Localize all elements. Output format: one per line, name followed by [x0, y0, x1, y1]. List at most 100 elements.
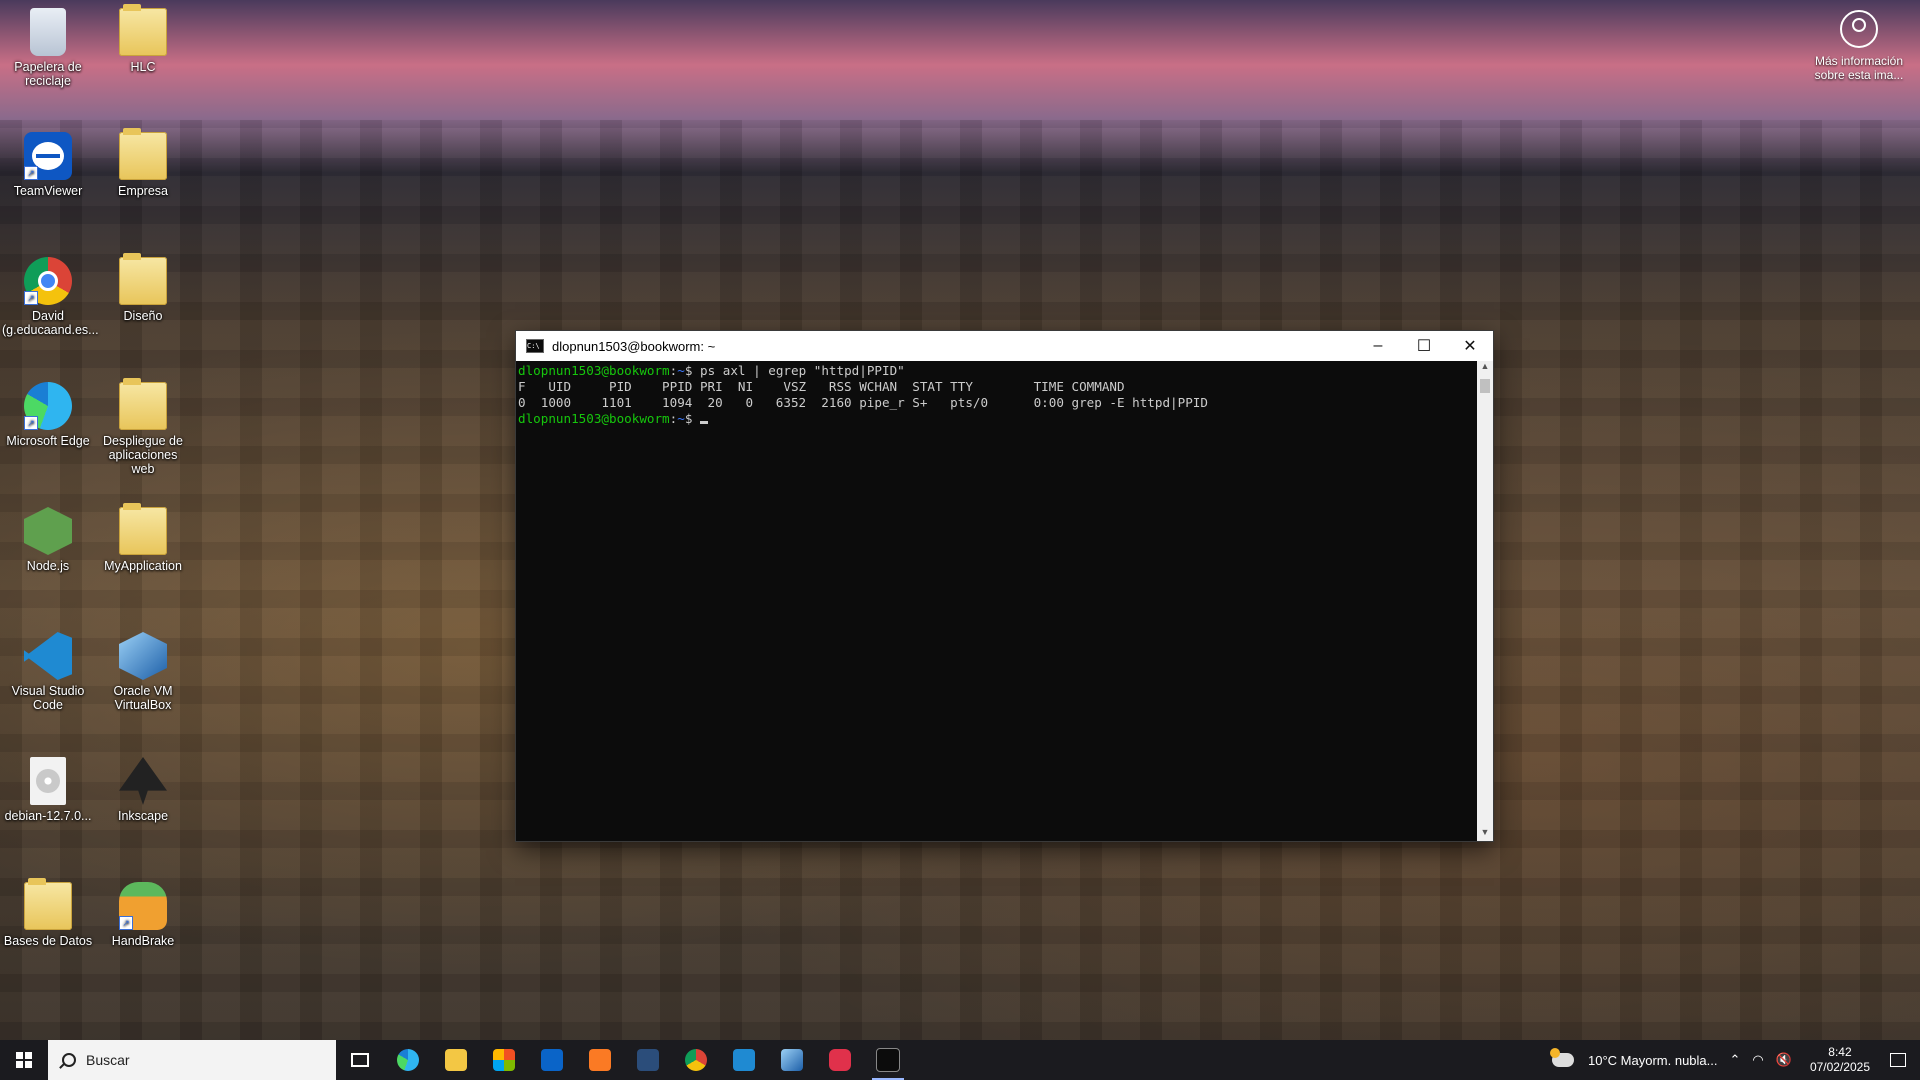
window-titlebar[interactable]: C:\ dlopnun1503@bookworm: ~ – ☐ ✕	[516, 331, 1493, 361]
clock-time: 8:42	[1828, 1045, 1852, 1059]
handbrake-icon: ↗	[119, 882, 167, 930]
scroll-down-icon[interactable]: ▼	[1477, 827, 1493, 841]
prompt-path: ~	[677, 363, 685, 378]
task-view-button[interactable]	[336, 1040, 384, 1080]
desktop-icon-label: Microsoft Edge	[6, 434, 90, 448]
taskbar-sql-developer[interactable]	[624, 1040, 672, 1080]
taskbar-xampp[interactable]	[576, 1040, 624, 1080]
outlook-icon	[541, 1049, 563, 1071]
desktop-icon-virtualbox[interactable]: Oracle VM VirtualBox	[97, 632, 189, 712]
screen-recorder-icon	[829, 1049, 851, 1071]
taskbar-outlook[interactable]	[528, 1040, 576, 1080]
desktop-icon-bases-datos[interactable]: Bases de Datos	[2, 878, 94, 948]
vscode-icon: ↗	[24, 632, 72, 680]
search-icon	[62, 1053, 76, 1067]
desktop-icon-vscode[interactable]: ↗ Visual Studio Code	[2, 632, 94, 712]
system-tray: 10°C Mayorm. nubla... ⌃ ◠ 🔇 8:42 07/02/2…	[1550, 1040, 1920, 1080]
desktop-icon-nodejs[interactable]: Node.js	[2, 507, 94, 573]
desktop-icon-label: Despliegue de aplicaciones web	[103, 434, 183, 476]
command-text: ps axl | egrep "httpd|PPID"	[700, 363, 905, 378]
wallpaper-info-label: Más información sobre esta ima...	[1814, 54, 1904, 82]
taskbar-vscode[interactable]	[720, 1040, 768, 1080]
clock[interactable]: 8:42 07/02/2025	[1810, 1045, 1870, 1075]
folder-icon	[119, 128, 167, 180]
terminal-line-command: dlopnun1503@bookworm:~$ ps axl | egrep "…	[518, 363, 905, 378]
search-placeholder: Buscar	[86, 1052, 130, 1068]
desktop-icon-recycle-bin[interactable]: Papelera de reciclaje	[2, 8, 94, 88]
shortcut-arrow-icon: ↗	[24, 416, 38, 430]
desktop-icon-label: MyApplication	[104, 559, 182, 573]
terminal-app-icon: C:\	[526, 339, 544, 353]
wallpaper-info-button[interactable]: Más información sobre esta ima...	[1804, 10, 1914, 82]
weather-icon[interactable]	[1550, 1048, 1575, 1067]
close-button[interactable]: ✕	[1447, 331, 1493, 361]
start-button[interactable]	[0, 1040, 48, 1080]
folder-icon	[119, 378, 167, 430]
nodejs-icon	[24, 507, 72, 555]
folder-icon	[24, 878, 72, 930]
desktop-icon-empresa[interactable]: Empresa	[97, 128, 189, 198]
taskbar-file-explorer[interactable]	[432, 1040, 480, 1080]
taskbar: Buscar 10°C Mayorm. nubla... ⌃ ◠ 🔇 8:42 …	[0, 1040, 1920, 1080]
desktop-icon-handbrake[interactable]: ↗ HandBrake	[97, 882, 189, 948]
folder-icon	[119, 253, 167, 305]
clock-date: 07/02/2025	[1809, 1060, 1870, 1074]
chrome-icon: ↗	[24, 257, 72, 305]
network-icon[interactable]: ◠	[1752, 1052, 1763, 1068]
shortcut-arrow-icon: ↗	[24, 666, 38, 680]
terminal-line-header: F UID PID PPID PRI NI VSZ RSS WCHAN STAT…	[518, 379, 1125, 394]
taskbar-chrome[interactable]	[672, 1040, 720, 1080]
chrome-icon	[685, 1049, 707, 1071]
camera-info-icon	[1840, 10, 1878, 48]
store-icon	[493, 1049, 515, 1071]
shortcut-arrow-icon: ↗	[119, 916, 133, 930]
task-view-icon	[351, 1053, 369, 1067]
desktop-icon-inkscape[interactable]: ↗ Inkscape	[97, 757, 189, 823]
desktop-icon-teamviewer[interactable]: ↗ TeamViewer	[2, 132, 94, 198]
taskbar-screen-recorder[interactable]	[816, 1040, 864, 1080]
terminal-window[interactable]: C:\ dlopnun1503@bookworm: ~ – ☐ ✕ dlopnu…	[515, 330, 1494, 842]
xampp-icon	[589, 1049, 611, 1071]
volume-muted-icon[interactable]: 🔇	[1776, 1052, 1792, 1068]
desktop-icon-edge[interactable]: ↗ Microsoft Edge	[2, 382, 94, 448]
virtualbox-icon	[781, 1049, 803, 1071]
teamviewer-icon: ↗	[24, 132, 72, 180]
inkscape-icon: ↗	[119, 757, 167, 805]
minimize-button[interactable]: –	[1355, 331, 1401, 361]
shortcut-arrow-icon: ↗	[119, 791, 133, 805]
taskbar-terminal[interactable]	[864, 1040, 912, 1080]
terminal-line-row: 0 1000 1101 1094 20 0 6352 2160 pipe_r S…	[518, 395, 1208, 410]
chevron-up-icon[interactable]: ⌃	[1730, 1052, 1741, 1068]
maximize-button[interactable]: ☐	[1401, 331, 1447, 361]
desktop-icon-hlc[interactable]: HLC	[97, 4, 189, 74]
desktop-icon-label: Node.js	[26, 559, 70, 573]
desktop-icon-debian-iso[interactable]: debian-12.7.0...	[2, 757, 94, 823]
desktop-icon-label: HLC	[130, 60, 156, 74]
window-title: dlopnun1503@bookworm: ~	[552, 338, 716, 354]
terminal-line-prompt: dlopnun1503@bookworm:~$	[518, 411, 1475, 427]
taskbar-virtualbox[interactable]	[768, 1040, 816, 1080]
text-cursor	[700, 421, 709, 424]
desktop-icon-label: TeamViewer	[13, 184, 83, 198]
scroll-up-icon[interactable]: ▲	[1477, 361, 1493, 375]
weather-text[interactable]: 10°C Mayorm. nubla...	[1588, 1053, 1717, 1068]
edge-icon: ↗	[24, 382, 72, 430]
notification-center-icon[interactable]	[1890, 1053, 1906, 1067]
taskbar-edge[interactable]	[384, 1040, 432, 1080]
prompt-user: dlopnun1503@bookworm	[518, 411, 670, 426]
desktop-icon-despliegue[interactable]: Despliegue de aplicaciones web	[97, 378, 189, 476]
desktop-icon-label: debian-12.7.0...	[4, 809, 92, 823]
folder-icon	[119, 503, 167, 555]
desktop-icon-myapplication[interactable]: MyApplication	[97, 503, 189, 573]
prompt-path: ~	[677, 411, 685, 426]
desktop-icon-chrome-profile[interactable]: ↗ David (g.educaand.es...	[2, 257, 99, 337]
terminal-icon	[876, 1048, 900, 1072]
terminal-output[interactable]: dlopnun1503@bookworm:~$ ps axl | egrep "…	[516, 361, 1477, 841]
vertical-scrollbar[interactable]: ▲ ▼	[1477, 361, 1493, 841]
desktop-icon-diseno[interactable]: Diseño	[97, 253, 189, 323]
taskbar-store[interactable]	[480, 1040, 528, 1080]
desktop-icon-label: Oracle VM VirtualBox	[113, 684, 173, 712]
search-box[interactable]: Buscar	[48, 1040, 336, 1080]
scroll-thumb[interactable]	[1480, 379, 1490, 393]
desktop-icon-label: Inkscape	[117, 809, 169, 823]
